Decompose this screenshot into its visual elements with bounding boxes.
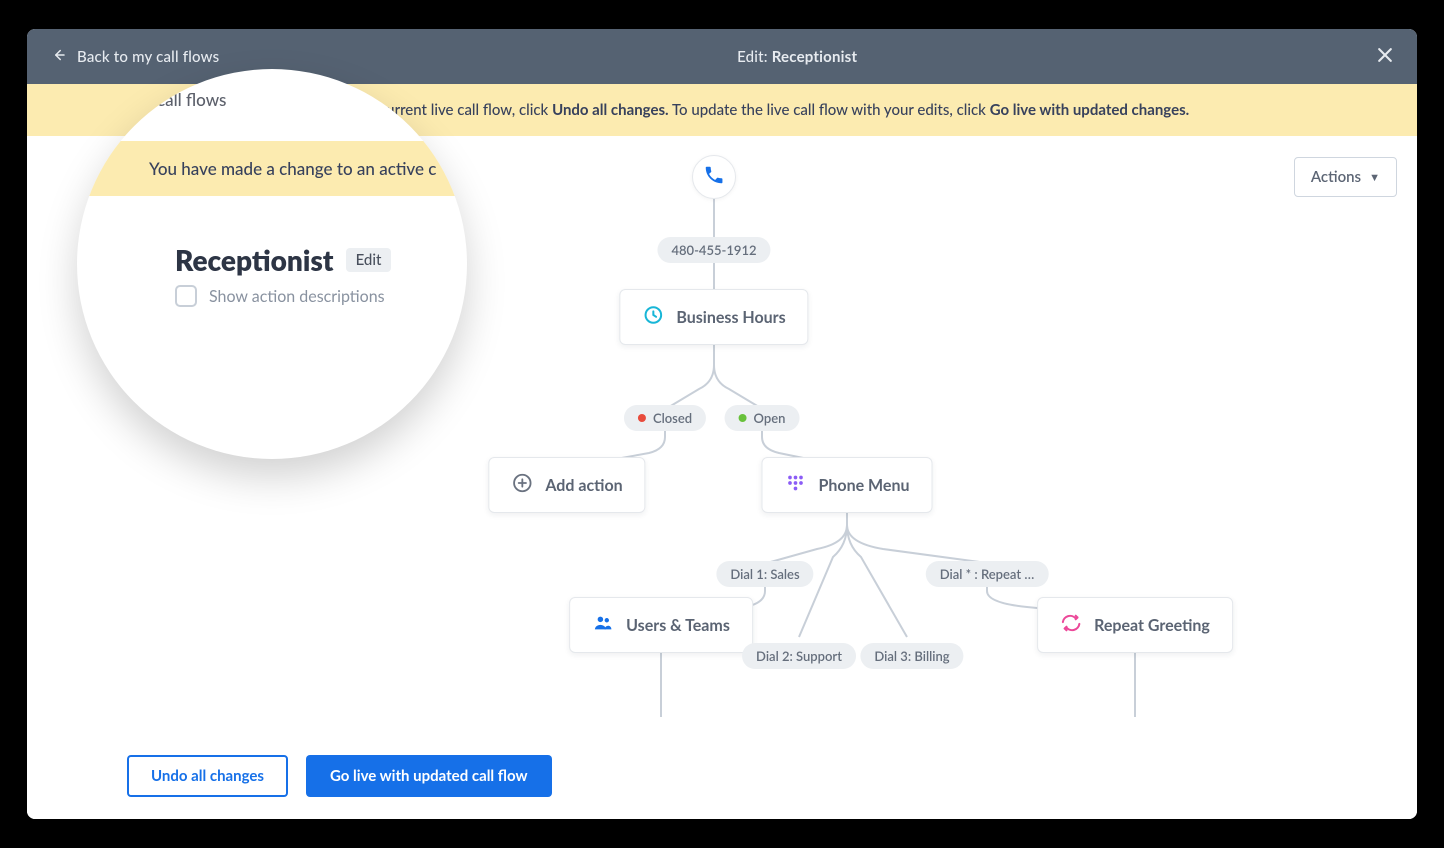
undo-all-button[interactable]: Undo all changes (127, 755, 288, 797)
footer: Undo all changes Go live with updated ca… (27, 737, 1417, 819)
repeat-greeting-node[interactable]: Repeat Greeting (1037, 597, 1233, 653)
users-icon (592, 612, 614, 638)
edit-name-button[interactable]: Edit (346, 248, 392, 272)
phone-number-chip[interactable]: 480-455-1912 (657, 237, 770, 263)
dial-3-label: Dial 3: Billing (874, 648, 949, 664)
clock-icon (642, 304, 664, 330)
mag-flow-name: Receptionist (175, 243, 334, 277)
closed-label: Closed (653, 410, 692, 426)
keypad-icon (784, 472, 806, 498)
users-teams-label: Users & Teams (626, 616, 730, 635)
banner-bold-1: Undo all changes. (552, 101, 669, 119)
mag-banner-text: You have made a change to an active c (149, 158, 436, 179)
back-link[interactable]: Back to my call flows (49, 46, 219, 68)
phone-number-text: 480-455-1912 (671, 242, 756, 258)
dial-2-label: Dial 2: Support (756, 648, 842, 664)
magnifier-overlay: ny call flows You have made a change to … (77, 69, 467, 459)
dial-1-chip[interactable]: Dial 1: Sales (716, 561, 813, 587)
repeat-icon (1060, 612, 1082, 638)
undo-all-label: Undo all changes (151, 767, 264, 785)
close-button[interactable] (1375, 45, 1395, 69)
app-frame: Back to my call flows Edit: Receptionist… (27, 29, 1417, 819)
checkbox-icon[interactable] (175, 285, 197, 307)
add-action-label: Add action (545, 476, 622, 495)
plus-circle-icon (511, 472, 533, 498)
close-icon (1375, 51, 1395, 69)
header-title: Edit: Receptionist (219, 48, 1375, 66)
show-descriptions-label: Show action descriptions (209, 287, 385, 306)
phone-menu-label: Phone Menu (818, 476, 909, 495)
closed-chip[interactable]: Closed (624, 405, 706, 431)
open-chip[interactable]: Open (725, 405, 800, 431)
dial-1-label: Dial 1: Sales (730, 566, 799, 582)
status-dot-closed (638, 414, 646, 422)
banner-text-2: To update the live call flow with your e… (672, 101, 990, 119)
mag-title-row: Receptionist Edit (175, 243, 391, 277)
dial-star-chip[interactable]: Dial * : Repeat … (926, 561, 1049, 587)
business-hours-label: Business Hours (676, 308, 785, 327)
users-teams-node[interactable]: Users & Teams (569, 597, 753, 653)
show-descriptions-row[interactable]: Show action descriptions (175, 285, 385, 307)
status-dot-open (739, 414, 747, 422)
title-name: Receptionist (772, 48, 858, 66)
open-label: Open (754, 410, 786, 426)
mag-back-link[interactable]: ny call flows (135, 89, 226, 110)
dial-star-label: Dial * : Repeat … (940, 566, 1035, 582)
phone-menu-node[interactable]: Phone Menu (761, 457, 932, 513)
go-live-label: Go live with updated call flow (330, 767, 528, 785)
back-label: Back to my call flows (77, 48, 219, 66)
arrow-left-icon (49, 46, 67, 68)
business-hours-node[interactable]: Business Hours (619, 289, 808, 345)
go-live-button[interactable]: Go live with updated call flow (306, 755, 552, 797)
mag-banner: You have made a change to an active c (77, 141, 467, 196)
repeat-greeting-label: Repeat Greeting (1094, 616, 1210, 635)
add-action-node[interactable]: Add action (488, 457, 645, 513)
flow-start-node[interactable] (692, 155, 736, 199)
banner-bold-2: Go live with updated changes. (990, 101, 1190, 119)
phone-icon (703, 164, 725, 190)
title-prefix: Edit: (737, 48, 768, 66)
dial-3-chip[interactable]: Dial 3: Billing (860, 643, 963, 669)
dial-2-chip[interactable]: Dial 2: Support (742, 643, 856, 669)
